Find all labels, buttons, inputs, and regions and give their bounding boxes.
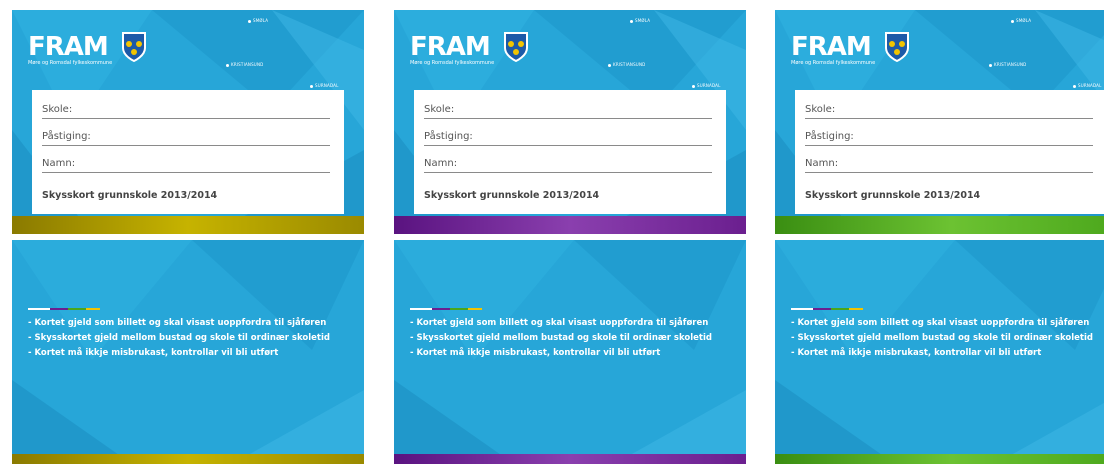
card-rules: - Kortet gjeld som billett og skal visas…: [791, 318, 1093, 358]
place-label: SURNADAL: [310, 83, 339, 88]
place-label: SMØLA: [248, 18, 268, 23]
card-rules: - Kortet gjeld som billett og skal visas…: [28, 318, 330, 358]
name-field[interactable]: Namn:: [42, 150, 330, 173]
school-field[interactable]: Skole:: [805, 96, 1093, 119]
card-title: Skysskort grunnskole 2013/2014: [424, 190, 600, 201]
name-field[interactable]: Namn:: [424, 150, 712, 173]
color-bar: [791, 308, 863, 310]
boarding-field[interactable]: Påstiging:: [424, 123, 712, 146]
info-panel: Skole: Påstiging: Namn: Skysskort grunns…: [32, 90, 344, 214]
back-card-2: - Kortet gjeld som billett og skal visas…: [394, 240, 746, 464]
fram-logo: FRAM Møre og Romsdal fylkeskommune: [791, 32, 876, 66]
info-panel: Skole: Påstiging: Namn: Skysskort grunns…: [795, 90, 1104, 214]
place-label: SURNADAL: [1073, 83, 1102, 88]
front-card-2: FRAM Møre og Romsdal fylkeskommune SMØLA…: [394, 10, 746, 234]
school-field[interactable]: Skole:: [42, 96, 330, 119]
color-bar: [410, 308, 482, 310]
back-card-1: - Kortet gjeld som billett og skal visas…: [12, 240, 364, 464]
place-label: SMØLA: [630, 18, 650, 23]
place-label: SURNADAL: [692, 83, 721, 88]
color-bar: [28, 308, 100, 310]
place-label: KRISTIANSUND: [226, 62, 263, 67]
crest-icon: [504, 32, 528, 62]
card-title: Skysskort grunnskole 2013/2014: [42, 190, 218, 201]
front-card-3: FRAM Møre og Romsdal fylkeskommune SMØLA…: [775, 10, 1104, 234]
place-label: KRISTIANSUND: [608, 62, 645, 67]
front-card-1: FRAM Møre og Romsdal fylkeskommune SMØLA…: [12, 10, 364, 234]
back-card-3: - Kortet gjeld som billett og skal visas…: [775, 240, 1104, 464]
school-field[interactable]: Skole:: [424, 96, 712, 119]
place-label: KRISTIANSUND: [989, 62, 1026, 67]
fram-logo: FRAM Møre og Romsdal fylkeskommune: [28, 32, 113, 66]
boarding-field[interactable]: Påstiging:: [805, 123, 1093, 146]
crest-icon: [885, 32, 909, 62]
place-label: SMØLA: [1011, 18, 1031, 23]
color-stripe: [775, 216, 1104, 234]
crest-icon: [122, 32, 146, 62]
card-rules: - Kortet gjeld som billett og skal visas…: [410, 318, 712, 358]
info-panel: Skole: Påstiging: Namn: Skysskort grunns…: [414, 90, 726, 214]
name-field[interactable]: Namn:: [805, 150, 1093, 173]
color-stripe: [12, 216, 364, 234]
boarding-field[interactable]: Påstiging:: [42, 123, 330, 146]
color-stripe: [394, 216, 746, 234]
fram-logo: FRAM Møre og Romsdal fylkeskommune: [410, 32, 495, 66]
card-title: Skysskort grunnskole 2013/2014: [805, 190, 981, 201]
